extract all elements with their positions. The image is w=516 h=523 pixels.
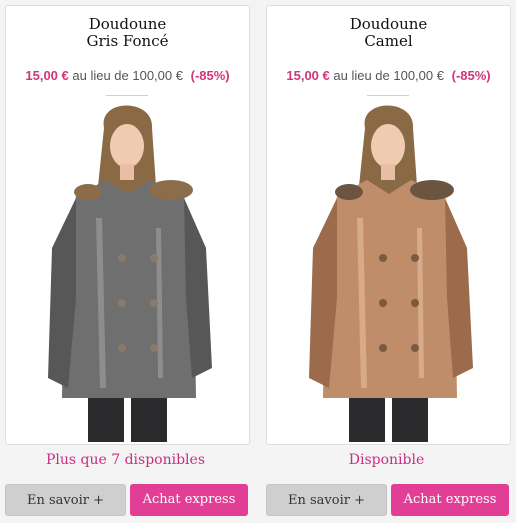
product-title[interactable]: Doudoune Camel bbox=[267, 16, 510, 50]
product-price: 15,00 € au lieu de 100,00 € (-85%) bbox=[267, 68, 510, 83]
price-original: au lieu de 100,00 € bbox=[72, 68, 183, 83]
product-title-line1: Doudoune bbox=[349, 15, 428, 33]
availability-text: Plus que 7 disponibles bbox=[45, 452, 206, 468]
price-discount: (-85%) bbox=[190, 68, 230, 83]
title-divider bbox=[106, 95, 148, 96]
product-grid: Doudoune Gris Foncé 15,00 € au lieu de 1… bbox=[0, 0, 516, 523]
product-image[interactable] bbox=[36, 98, 219, 442]
availability-text: Disponible bbox=[348, 452, 425, 468]
product-panel[interactable]: Doudoune Camel 15,00 € au lieu de 100,00… bbox=[266, 5, 511, 445]
price-discount: (-85%) bbox=[451, 68, 491, 83]
product-title-line1: Doudoune bbox=[88, 15, 167, 33]
product-price: 15,00 € au lieu de 100,00 € (-85%) bbox=[6, 68, 249, 83]
learn-more-button[interactable]: En savoir + bbox=[266, 484, 387, 516]
express-buy-button[interactable]: Achat express bbox=[391, 484, 509, 516]
price-now: 15,00 € bbox=[286, 68, 330, 83]
product-panel[interactable]: Doudoune Gris Foncé 15,00 € au lieu de 1… bbox=[5, 5, 250, 445]
express-buy-button[interactable]: Achat express bbox=[130, 484, 248, 516]
product-title[interactable]: Doudoune Gris Foncé bbox=[6, 16, 249, 50]
product-card: Doudoune Gris Foncé 15,00 € au lieu de 1… bbox=[0, 0, 251, 523]
price-now: 15,00 € bbox=[25, 68, 69, 83]
product-title-line2: Camel bbox=[364, 32, 413, 50]
product-card: Doudoune Camel 15,00 € au lieu de 100,00… bbox=[261, 0, 512, 523]
product-image[interactable] bbox=[297, 98, 480, 442]
price-original: au lieu de 100,00 € bbox=[333, 68, 444, 83]
learn-more-button[interactable]: En savoir + bbox=[5, 484, 126, 516]
product-title-line2: Gris Foncé bbox=[86, 32, 169, 50]
title-divider bbox=[367, 95, 409, 96]
